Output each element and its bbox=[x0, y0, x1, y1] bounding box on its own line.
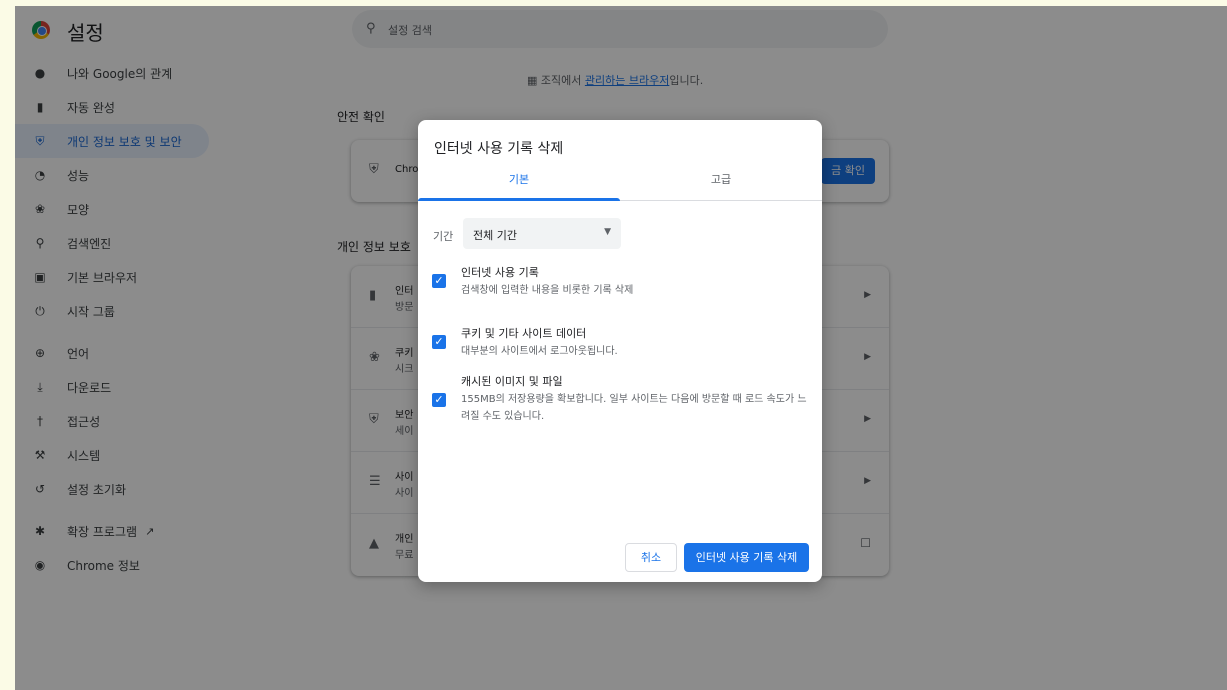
tab-basic[interactable]: 기본 bbox=[418, 168, 620, 201]
time-range-label: 기간 bbox=[433, 230, 454, 243]
option-title: 인터넷 사용 기록 bbox=[461, 266, 539, 279]
browsing-history-checkbox[interactable]: ✓ bbox=[432, 274, 446, 288]
option-description: 대부분의 사이트에서 로그아웃됩니다. bbox=[461, 346, 618, 357]
time-range-select[interactable]: 전체 기간 ▼ bbox=[463, 218, 621, 249]
option-description: 검색창에 입력한 내용을 비롯한 기록 삭제 bbox=[461, 285, 634, 296]
settings-window: 설정 ⚲ 설정 검색 ● 나와 Google의 관계 ▮ 자동 완성 ⛨ 개인 정보 … bbox=[15, 6, 1227, 690]
dialog-tabs: 기본 고급 bbox=[418, 168, 822, 201]
dropdown-arrow-icon: ▼ bbox=[604, 227, 611, 237]
time-range-value: 전체 기간 bbox=[473, 229, 517, 242]
cache-checkbox[interactable]: ✓ bbox=[432, 393, 446, 407]
cookies-checkbox[interactable]: ✓ bbox=[432, 335, 446, 349]
option-title: 쿠키 및 기타 사이트 데이터 bbox=[461, 327, 587, 340]
clear-data-button[interactable]: 인터넷 사용 기록 삭제 bbox=[684, 543, 809, 572]
clear-browsing-data-dialog: 인터넷 사용 기록 삭제 기본 고급 기간 전체 기간 ▼ ✓ 인터넷 사용 기… bbox=[418, 120, 822, 582]
cancel-button[interactable]: 취소 bbox=[625, 543, 677, 572]
option-title: 캐시된 이미지 및 파일 bbox=[461, 375, 563, 388]
tab-advanced[interactable]: 고급 bbox=[620, 168, 822, 200]
option-description: 155MB의 저장용량을 확보합니다. 일부 사이트는 다음에 방문할 때 로드… bbox=[461, 394, 807, 422]
dialog-title: 인터넷 사용 기록 삭제 bbox=[434, 141, 564, 157]
